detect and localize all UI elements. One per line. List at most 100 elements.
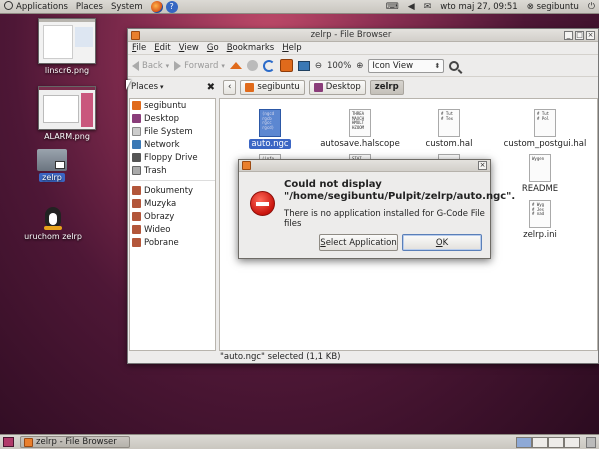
places-menu[interactable]: Places xyxy=(76,2,103,12)
applications-menu[interactable]: Applications xyxy=(4,1,68,12)
menu-go[interactable]: Go xyxy=(207,43,219,53)
folder-icon xyxy=(132,212,141,221)
clock[interactable]: wto maj 27, 09:51 xyxy=(440,2,517,12)
view-mode-select[interactable]: Icon View ⬍ xyxy=(368,58,445,73)
desktop-icon-linscr6[interactable]: linscr6.png xyxy=(32,18,102,75)
computer-icon[interactable] xyxy=(297,60,310,71)
updown-arrow-icon: ⬍ xyxy=(434,61,441,70)
back-arrow-icon xyxy=(132,60,139,71)
user-menu[interactable]: ⊗ segibuntu xyxy=(527,2,579,12)
home-folder-icon[interactable] xyxy=(279,59,293,72)
workspace-3[interactable] xyxy=(548,436,564,448)
home-icon xyxy=(132,101,141,110)
firefox-icon[interactable] xyxy=(150,0,163,13)
desktop-icon-zelrp-folder[interactable]: zelrp xyxy=(30,149,74,182)
mail-icon[interactable]: ✉ xyxy=(424,1,432,13)
menu-view[interactable]: View xyxy=(179,43,199,53)
menu-bookmarks[interactable]: Bookmarks xyxy=(227,43,275,53)
menu-file[interactable]: File xyxy=(132,43,146,53)
stop-icon[interactable] xyxy=(246,60,258,71)
trash-icon xyxy=(132,166,141,175)
harddisk-icon xyxy=(132,127,141,136)
file-item[interactable]: # Wyg # Jes # nad zelrp.ini xyxy=(500,200,580,240)
folder-icon xyxy=(132,238,141,247)
file-item[interactable]: # Tut # Pol custom_postgui.hal xyxy=(500,109,590,149)
close-sidebar-icon[interactable]: ✖ xyxy=(207,82,215,93)
sidebar-item-muzyka[interactable]: Muzyka xyxy=(130,197,215,210)
show-desktop-icon[interactable] xyxy=(3,437,14,447)
gcode-file-icon: (ngcd rgcb rgcc rgcd) xyxy=(259,109,281,137)
path-segibuntu[interactable]: segibuntu xyxy=(240,79,305,95)
error-icon xyxy=(250,191,275,216)
user-icon: ⊗ xyxy=(526,1,534,12)
text-file-icon: # Tut # Tex xyxy=(438,109,460,137)
sidebar-item-floppy[interactable]: Floppy Drive xyxy=(130,151,215,164)
sidebar-item-filesystem[interactable]: File System xyxy=(130,125,215,138)
dialog-titlebar[interactable]: × xyxy=(239,160,490,172)
desktop-icon-uruchom-zelrp[interactable]: uruchom zelrp xyxy=(18,204,88,241)
minimize-button[interactable]: _ xyxy=(564,30,573,40)
workspace-1[interactable] xyxy=(516,436,532,448)
trash-icon[interactable] xyxy=(586,436,596,448)
window-titlebar[interactable]: zelrp - File Browser _ □ × xyxy=(128,29,598,42)
file-browser-app-icon xyxy=(242,161,251,170)
search-icon[interactable] xyxy=(449,60,460,71)
maximize-button[interactable]: □ xyxy=(575,30,584,40)
system-tray: ⌨ ◀ ✉ wto maj 27, 09:51 ⊗ segibuntu ⏻ xyxy=(386,1,595,13)
path-back-button[interactable]: ‹ xyxy=(223,79,237,95)
keyboard-icon[interactable]: ⌨ xyxy=(386,1,399,13)
system-menu[interactable]: System xyxy=(111,2,143,12)
select-application-button[interactable]: Select Application xyxy=(319,234,398,251)
file-item[interactable]: THREA MAXCH HMULT HZOOM autosave.halscop… xyxy=(320,109,400,149)
dialog-close-button[interactable]: × xyxy=(478,161,487,170)
path-zelrp[interactable]: zelrp xyxy=(369,79,404,95)
sidebar-item-home[interactable]: segibuntu xyxy=(130,99,215,112)
penguin-launcher-icon xyxy=(42,204,64,230)
error-dialog: × Could not display "/home/segibuntu/Pul… xyxy=(238,159,515,259)
workspace-2[interactable] xyxy=(532,436,548,448)
taskbar-item-file-browser[interactable]: zelrp - File Browser xyxy=(20,436,130,448)
folder-icon xyxy=(132,199,141,208)
zoom-out-icon[interactable]: ⊖ xyxy=(315,61,322,71)
back-button[interactable]: Back ▾ xyxy=(132,60,170,71)
zoom-in-icon[interactable]: ⊕ xyxy=(356,61,363,71)
desktop-icon-alarm[interactable]: ALARM.png xyxy=(32,86,102,141)
workspace-4[interactable] xyxy=(564,436,580,448)
menu-edit[interactable]: Edit xyxy=(154,43,170,53)
text-file-icon: # Wyg # Jes # nad xyxy=(529,200,551,228)
file-browser-app-icon[interactable] xyxy=(131,30,140,40)
file-item[interactable]: # Tut # Tex custom.hal xyxy=(409,109,489,149)
zoom-level[interactable]: 100% xyxy=(327,61,351,71)
places-dropdown[interactable]: Places ▾ ✖ xyxy=(131,82,219,93)
power-icon[interactable]: ⏻ xyxy=(588,1,595,13)
sidebar-item-dokumenty[interactable]: Dokumenty xyxy=(130,184,215,197)
chevron-down-icon: ▾ xyxy=(165,61,170,70)
file-browser-app-icon xyxy=(24,437,33,447)
network-icon xyxy=(132,140,141,149)
close-button[interactable]: × xyxy=(586,30,595,40)
sidebar-item-network[interactable]: Network xyxy=(130,138,215,151)
forward-arrow-icon xyxy=(174,60,182,71)
path-desktop[interactable]: Desktop xyxy=(308,79,366,95)
home-icon xyxy=(245,82,255,92)
places-sidebar: segibuntu Desktop File System Network Fl… xyxy=(129,98,216,351)
sidebar-item-trash[interactable]: Trash xyxy=(130,164,215,177)
sidebar-item-obrazy[interactable]: Obrazy xyxy=(130,210,215,223)
folder-link-icon xyxy=(37,149,67,171)
up-icon[interactable] xyxy=(229,62,242,69)
window-title: zelrp - File Browser xyxy=(310,30,392,40)
sidebar-item-pobrane[interactable]: Pobrane xyxy=(130,236,215,249)
forward-button[interactable]: Forward ▾ xyxy=(174,60,225,71)
top-panel: Applications Places System ? ⌨ ◀ ✉ wto m… xyxy=(0,0,599,14)
reload-icon[interactable] xyxy=(262,59,275,72)
ok-button[interactable]: OK xyxy=(402,234,482,251)
sidebar-item-desktop[interactable]: Desktop xyxy=(130,112,215,125)
text-file-icon: THREA MAXCH HMULT HZOOM xyxy=(349,109,371,137)
sidebar-item-wideo[interactable]: Wideo xyxy=(130,223,215,236)
menu-help[interactable]: Help xyxy=(282,43,301,53)
text-file-icon: # Tut # Pol xyxy=(534,109,556,137)
file-item[interactable]: Wygen README xyxy=(500,154,580,194)
sound-icon[interactable]: ◀ xyxy=(408,1,415,13)
file-item[interactable]: (ngcd rgcb rgcc rgcd) auto.ngc xyxy=(230,109,310,149)
help-icon[interactable]: ? xyxy=(165,0,178,13)
